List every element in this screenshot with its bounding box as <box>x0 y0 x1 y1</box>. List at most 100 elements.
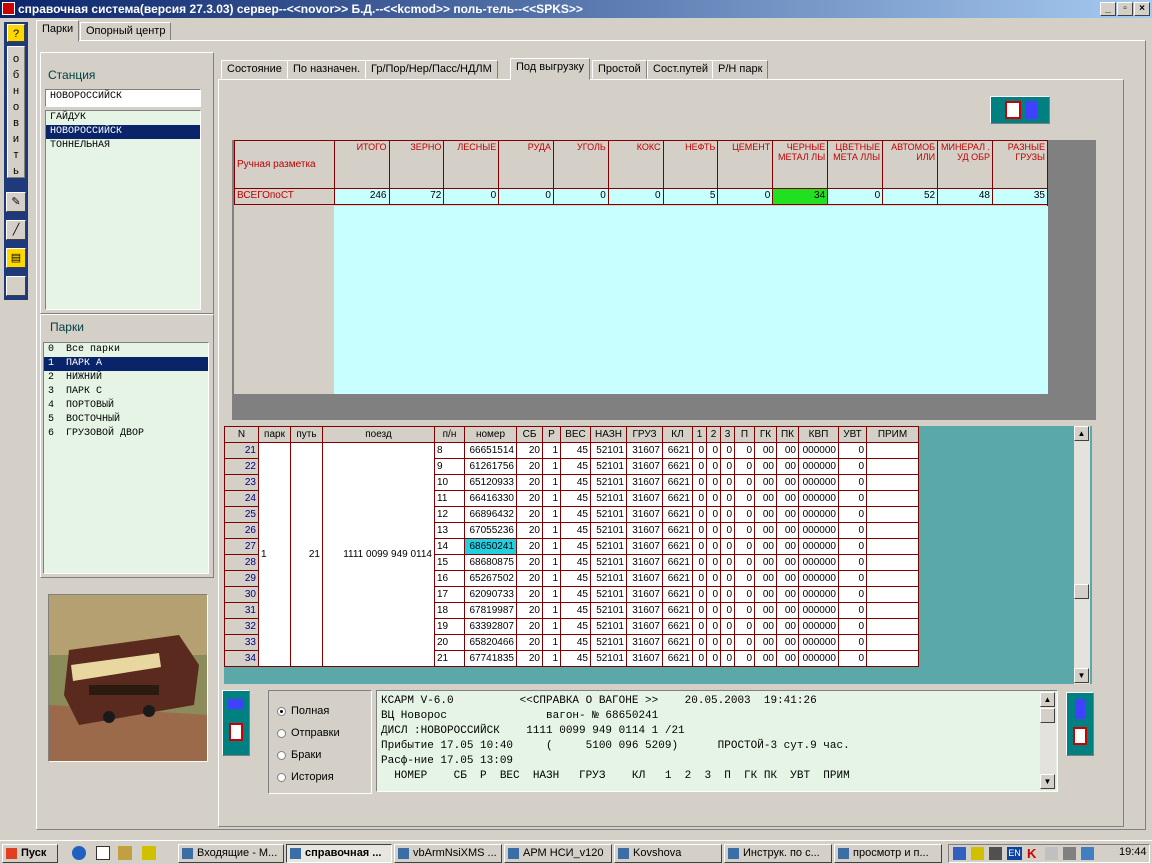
tray-printer-icon[interactable] <box>989 847 1002 860</box>
grid-col-header[interactable]: УВТ <box>838 426 867 443</box>
tab-4[interactable]: Простой <box>592 60 647 79</box>
summary-cell[interactable]: 72 <box>388 188 445 205</box>
wagon-number-cell[interactable]: 62090733 <box>464 586 517 603</box>
wagon-number-cell[interactable]: 68650241 <box>464 538 517 555</box>
park-item[interactable]: 0 Все парки <box>44 343 208 357</box>
grid-col-header[interactable]: Р <box>542 426 561 443</box>
wagon-number-cell[interactable]: 67819987 <box>464 602 517 619</box>
parks-list[interactable]: 0 Все парки 1 ПАРК А2 НИЖНИЙ 3 ПАРК С4 ПОР… <box>43 342 209 574</box>
scroll-up-icon[interactable]: ▲ <box>1074 426 1089 441</box>
taskbar-task[interactable]: АРМ НСИ_v120 <box>504 844 612 863</box>
ie-icon[interactable] <box>72 846 86 860</box>
park-item[interactable]: 3 ПАРК С <box>44 385 208 399</box>
grid-col-header[interactable]: КЛ <box>662 426 693 443</box>
tab-support-center[interactable]: Опорный центр <box>80 22 172 41</box>
grid-col-header[interactable]: КВП <box>798 426 839 443</box>
export-button[interactable] <box>1066 692 1094 756</box>
park-item[interactable]: 6 ГРУЗОВОЙ ДВОР <box>44 427 208 441</box>
maximize-button[interactable]: ▫ <box>1117 2 1133 16</box>
tab-6[interactable]: Р/Н парк <box>712 60 769 79</box>
grid-col-header[interactable]: поезд <box>322 426 435 443</box>
park-item[interactable]: 5 ВОСТОЧНЫЙ <box>44 413 208 427</box>
summary-cell[interactable]: 0 <box>717 188 774 205</box>
grid-col-header[interactable]: номер <box>464 426 517 443</box>
summary-cell[interactable]: 5 <box>662 188 719 205</box>
tray-language-indicator[interactable]: EN <box>1007 847 1022 860</box>
help-button[interactable]: ? <box>7 24 25 42</box>
grid-col-header[interactable]: П <box>734 426 755 443</box>
taskbar-task[interactable]: Входящие - M... <box>178 844 284 863</box>
tab-5[interactable]: Сост.путей <box>647 60 715 79</box>
wagon-number-cell[interactable]: 65820466 <box>464 634 517 651</box>
blank-tool-button[interactable] <box>6 276 26 296</box>
grid-col-header[interactable]: 2 <box>706 426 721 443</box>
tray-speaker-icon[interactable] <box>1045 847 1058 860</box>
memo-scroll-down-icon[interactable]: ▼ <box>1040 774 1055 789</box>
pen-icon[interactable]: ✎ <box>6 192 26 212</box>
start-button[interactable]: Пуск <box>2 844 58 863</box>
wagon-number-cell[interactable]: 63392807 <box>464 618 517 635</box>
tray-power-icon[interactable] <box>971 847 984 860</box>
taskbar-task[interactable]: просмотр и п... <box>834 844 942 863</box>
minimize-button[interactable]: _ <box>1100 2 1116 16</box>
wagon-number-cell[interactable]: 61261756 <box>464 458 517 475</box>
line-tool-icon[interactable]: ╱ <box>6 220 26 240</box>
taskbar-task[interactable]: Инструк. по с... <box>724 844 832 863</box>
station-item[interactable]: ТОННЕЛЬНАЯ <box>46 139 200 153</box>
tray-monitor-icon[interactable] <box>1081 847 1094 860</box>
grid-scrollbar[interactable]: ▲ ▼ <box>1074 426 1090 684</box>
taskbar-task[interactable]: справочная ... <box>286 844 392 863</box>
refresh-button[interactable]: обновить <box>7 46 25 178</box>
grid-col-header[interactable]: НАЗН <box>590 426 627 443</box>
tray-shield-icon[interactable] <box>1063 847 1076 860</box>
radio-0[interactable] <box>277 707 286 716</box>
memo-scroll-thumb[interactable] <box>1040 708 1055 723</box>
send-button[interactable] <box>222 690 250 756</box>
wagon-number-cell[interactable]: 66651514 <box>464 442 517 459</box>
wagon-number-cell[interactable]: 66416330 <box>464 490 517 507</box>
grid-col-header[interactable]: 3 <box>720 426 735 443</box>
wagon-number-cell[interactable]: 66896432 <box>464 506 517 523</box>
grid-col-header[interactable]: ГК <box>754 426 777 443</box>
clipboard-icon[interactable]: ▤ <box>6 248 26 268</box>
lightning-icon[interactable] <box>142 846 156 860</box>
park-item[interactable]: 2 НИЖНИЙ <box>44 371 208 385</box>
grid-col-header[interactable]: СБ <box>516 426 543 443</box>
grid-col-header[interactable]: путь <box>290 426 323 443</box>
summary-cell[interactable]: 0 <box>827 188 884 205</box>
station-item[interactable]: НОВОРОССИЙСК <box>46 125 200 139</box>
grid-col-header[interactable]: ПК <box>776 426 799 443</box>
summary-cell[interactable]: 34 <box>772 188 829 205</box>
park-item[interactable]: 1 ПАРК А <box>44 357 208 371</box>
notepad-icon[interactable] <box>96 846 110 860</box>
summary-cell[interactable]: 0 <box>498 188 554 205</box>
summary-cell[interactable]: 0 <box>607 188 664 205</box>
summary-cell[interactable]: 246 <box>333 188 390 205</box>
wagon-number-cell[interactable]: 65120933 <box>464 474 517 491</box>
radio-label[interactable]: История <box>291 771 334 783</box>
station-list[interactable]: ГАЙДУК НОВОРОССИЙСК ТОННЕЛЬНАЯ <box>45 110 201 310</box>
grid-col-header[interactable]: ПРИМ <box>866 426 919 443</box>
wagon-number-cell[interactable]: 68680875 <box>464 554 517 571</box>
wagon-number-cell[interactable]: 65267502 <box>464 570 517 587</box>
summary-cell[interactable]: 35 <box>992 188 1048 205</box>
tray-network-icon[interactable] <box>953 847 966 860</box>
park-item[interactable]: 4 ПОРТОВЫЙ <box>44 399 208 413</box>
radio-3[interactable] <box>277 773 286 782</box>
memo-scroll-up-icon[interactable]: ▲ <box>1040 692 1055 707</box>
tab-parks[interactable]: Парки <box>36 20 80 42</box>
folder-tool-icon[interactable] <box>118 846 132 860</box>
radio-label[interactable]: Браки <box>291 749 321 761</box>
memo-scrollbar[interactable]: ▲ ▼ <box>1040 692 1056 790</box>
tray-k-icon[interactable]: K <box>1027 847 1040 860</box>
grid-col-header[interactable]: п/н <box>434 426 465 443</box>
radio-label[interactable]: Полная <box>291 705 329 717</box>
summary-cell[interactable]: 52 <box>882 188 939 205</box>
grid-col-header[interactable]: парк <box>258 426 291 443</box>
print-button[interactable] <box>990 96 1050 124</box>
summary-cell[interactable]: 48 <box>937 188 993 205</box>
radio-2[interactable] <box>277 751 286 760</box>
scroll-down-icon[interactable]: ▼ <box>1074 668 1089 683</box>
tab-1[interactable]: По назначен. <box>287 60 367 79</box>
table-row[interactable]: 21 1 21 1111 0099 949 0114 8 66651514 20 1 45 521… <box>224 442 919 667</box>
